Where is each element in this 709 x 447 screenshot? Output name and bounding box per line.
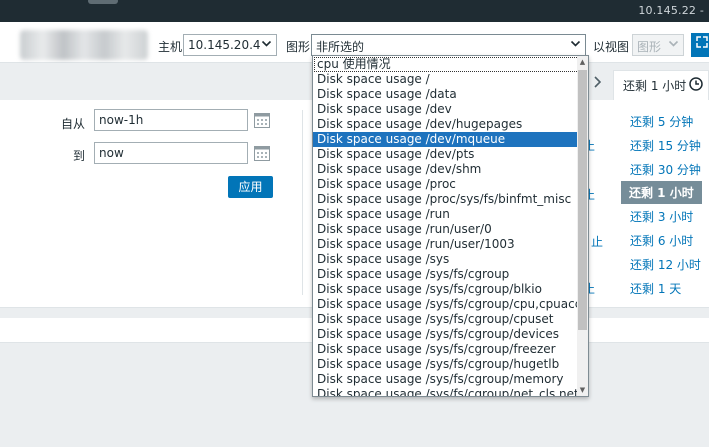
fullscreen-button[interactable] [691,33,709,57]
dropdown-option[interactable]: Disk space usage /sys/fs/cgroup/devices [313,327,588,342]
to-input-value: now [99,146,124,160]
host-label: 主机 [158,40,183,54]
quick-range-5m[interactable]: 还剩 5 分钟 [630,113,693,130]
dropdown-option[interactable]: Disk space usage /sys/fs/cgroup/memory [313,372,588,387]
tab-nav-right[interactable] [586,72,608,96]
clock-icon [689,77,703,94]
graph-label: 图形 [286,40,311,54]
chevron-down-icon [261,38,272,52]
dropdown-option[interactable]: Disk space usage /data [313,87,588,102]
dropdown-scrollbar[interactable]: ▲ ▼ [577,56,588,396]
dropdown-option[interactable]: Disk space usage /proc [313,177,588,192]
chevron-right-icon [593,76,602,91]
view-select-value: 图形 [637,40,662,54]
quick-range-1h[interactable]: 还剩 1 小时 [621,181,702,204]
quick-range-1d[interactable]: 还剩 1 天 [630,280,681,297]
to-input[interactable]: now [94,142,248,164]
from-input-value: now-1h [99,113,144,127]
blurred-logo [20,30,148,60]
dropdown-option[interactable]: Disk space usage /sys/fs/cgroup/hugetlb [313,357,588,372]
dropdown-option[interactable]: Disk space usage /sys/fs/cgroup [313,267,588,282]
quick-range-15m[interactable]: 还剩 15 分钟 [630,137,701,154]
blurred-element [88,0,118,4]
dropdown-option-highlighted[interactable]: Disk space usage /dev/mqueue [313,132,588,147]
quick-range-30m[interactable]: 还剩 30 分钟 [630,161,701,178]
chevron-down-icon [668,38,679,52]
dropdown-option[interactable]: Disk space usage /sys/fs/cgroup/blkio [313,282,588,297]
host-select-value: 10.145.20.4 [188,38,261,52]
time-tab-label: 还剩 1 小时 [623,79,687,93]
top-bar: 10.145.22 - [0,0,709,22]
dropdown-option[interactable]: Disk space usage /sys/fs/cgroup/freezer [313,342,588,357]
panel-divider [302,110,303,295]
scroll-down-icon[interactable]: ▼ [577,384,588,396]
scroll-up-icon[interactable]: ▲ [577,56,588,68]
view-label: 以视图 [593,40,630,54]
dropdown-option[interactable]: Disk space usage /sys [313,252,588,267]
dropdown-option[interactable]: Disk space usage /dev/hugepages [313,117,588,132]
quick-range-3h[interactable]: 还剩 3 小时 [630,208,693,225]
calendar-icon[interactable] [253,111,271,129]
dropdown-option[interactable]: Disk space usage /sys/fs/cgroup/cpu,cpua… [313,297,588,312]
dropdown-option[interactable]: Disk space usage /run [313,207,588,222]
from-label: 自从 [61,117,86,131]
dropdown-option[interactable]: Disk space usage /sys/fs/cgroup/cpuset [313,312,588,327]
dropdown-option[interactable]: Disk space usage /dev [313,102,588,117]
from-input[interactable]: now-1h [94,109,248,131]
time-filter-tab[interactable]: 还剩 1 小时 [613,70,709,100]
dropdown-option[interactable]: Disk space usage /run/user/0 [313,222,588,237]
dropdown-option[interactable]: cpu 使用情况 [314,57,587,72]
graph-select-value: 非所选的 [316,40,365,54]
dropdown-option[interactable]: Disk space usage /proc/sys/fs/binfmt_mis… [313,192,588,207]
dropdown-option[interactable]: Disk space usage /sys/fs/cgroup/net_cls,… [313,387,588,396]
server-ip: 10.145.22 - [638,4,704,17]
apply-button[interactable]: 应用 [228,176,273,198]
quick-range-6h[interactable]: 还剩 6 小时 [630,232,693,249]
view-select: 图形 [632,34,684,56]
graph-select[interactable]: 非所选的 [311,34,586,56]
scrollbar-thumb[interactable] [578,70,587,330]
to-label: 到 [73,149,86,163]
calendar-icon[interactable] [253,144,271,162]
quick-range-12h[interactable]: 还剩 12 小时 [630,256,701,273]
host-select[interactable]: 10.145.20.4 [183,34,277,56]
partial-range-label[interactable]: 止 [591,233,603,250]
dropdown-option[interactable]: Disk space usage /dev/pts [313,147,588,162]
fullscreen-icon [696,36,708,52]
graph-dropdown-list[interactable]: cpu 使用情况 Disk space usage / Disk space u… [312,55,589,397]
dropdown-option[interactable]: Disk space usage /dev/shm [313,162,588,177]
chevron-down-icon [570,38,581,52]
dropdown-option[interactable]: Disk space usage /run/user/1003 [313,237,588,252]
dropdown-option[interactable]: Disk space usage / [313,72,588,87]
